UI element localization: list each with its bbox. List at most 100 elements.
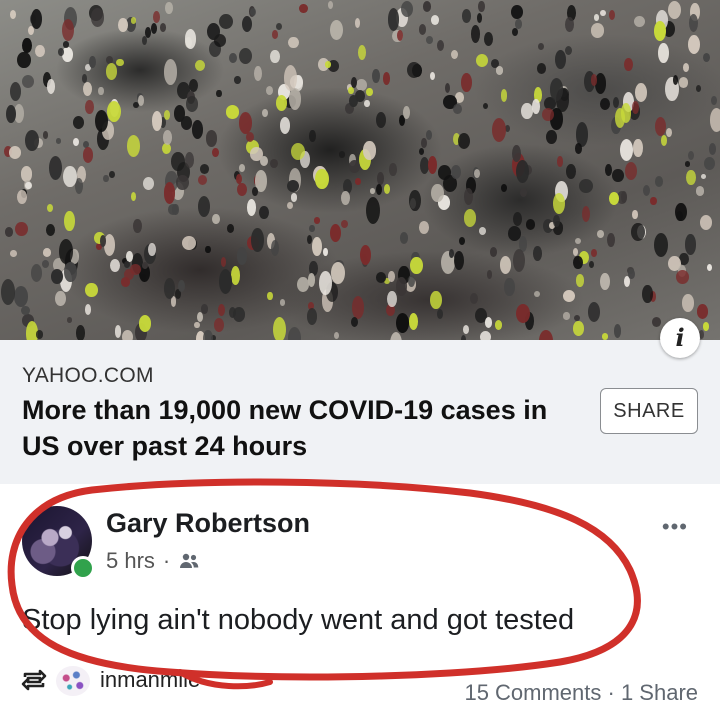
crowd-figure <box>633 15 645 28</box>
news-photo[interactable] <box>0 0 720 340</box>
crowd-figure <box>436 309 443 320</box>
crowd-figure <box>375 111 386 129</box>
crowd-figure <box>366 197 381 224</box>
crowd-figure <box>203 329 213 340</box>
repost-footer: inmanmile 15 Comments · 1 Share <box>0 660 720 720</box>
crowd-figure <box>425 35 433 44</box>
crowd-figure <box>239 48 252 65</box>
crowd-figure <box>216 89 222 98</box>
crowd-figure <box>575 237 582 244</box>
crowd-figure <box>478 226 487 236</box>
info-icon[interactable]: i <box>660 318 700 358</box>
comment-time[interactable]: 5 hrs <box>106 548 155 574</box>
crowd-figure <box>46 223 56 236</box>
repost-username[interactable]: inmanmile <box>100 667 200 693</box>
crowd-figure <box>22 37 32 54</box>
crowd-figure <box>375 183 382 196</box>
more-options-icon[interactable]: ••• <box>662 514 688 540</box>
crowd-figure <box>508 225 522 241</box>
crowd-figure <box>654 117 666 137</box>
crowd-figure <box>233 307 246 322</box>
crowd-figure <box>620 138 634 161</box>
link-title[interactable]: More than 19,000 new COVID-19 cases in U… <box>22 392 592 464</box>
crowd-figure <box>309 224 315 233</box>
crowd-figure <box>658 42 669 64</box>
crowd-figure <box>226 223 235 233</box>
crowd-figure <box>675 202 688 222</box>
crowd-figure <box>331 261 345 285</box>
crowd-figure <box>212 213 220 225</box>
crowd-figure <box>453 103 462 115</box>
crowd-figure <box>387 8 400 31</box>
crowd-figure <box>94 109 108 133</box>
crowd-figure <box>207 22 220 40</box>
crowd-figure <box>711 96 717 106</box>
crowd-figure <box>259 205 269 219</box>
crowd-figure <box>75 325 86 340</box>
crowd-figure <box>590 248 597 258</box>
engagement-stats[interactable]: 15 Comments · 1 Share <box>464 680 698 706</box>
crowd-figure <box>151 110 162 131</box>
repost-icon[interactable] <box>20 668 48 692</box>
crowd-figure <box>59 238 73 264</box>
crowd-figure <box>279 116 291 134</box>
crowd-figure <box>495 66 504 75</box>
crowd-figure <box>315 168 329 190</box>
crowd-figure <box>399 231 409 245</box>
crowd-figure <box>307 308 318 326</box>
crowd-figure <box>171 151 185 171</box>
crowd-figure <box>333 331 340 340</box>
crowd-figure <box>121 330 133 340</box>
crowd-figure <box>355 178 361 186</box>
crowd-figure <box>454 251 464 271</box>
commenter-name[interactable]: Gary Robertson <box>106 508 310 539</box>
crowd-figure <box>565 16 575 33</box>
crowd-figure <box>511 27 518 36</box>
crowd-figure <box>396 277 408 296</box>
crowd-figure <box>176 174 189 190</box>
crowd-figure <box>533 246 542 261</box>
crowd-figure <box>688 14 698 32</box>
crowd-figure <box>686 170 696 186</box>
crowd-figure <box>152 11 160 23</box>
crowd-figure <box>643 185 651 197</box>
crowd-figure <box>484 317 492 328</box>
crowd-figure <box>17 189 28 205</box>
crowd-figure <box>357 44 367 60</box>
crowd-figure <box>238 163 246 172</box>
crowd-figure <box>191 120 204 140</box>
crowd-figure <box>194 321 200 329</box>
comment: Gary Robertson 5 hrs · ••• Stop lying ai… <box>0 484 720 664</box>
crowd-figure <box>474 168 481 178</box>
crowd-figure <box>220 257 226 267</box>
crowd-figure <box>494 319 503 330</box>
crowd-figure <box>184 152 195 169</box>
crowd-figure <box>483 31 494 47</box>
share-button[interactable]: SHARE <box>600 388 698 434</box>
crowd-figure <box>661 135 668 146</box>
crowd-figure <box>654 232 669 258</box>
link-preview[interactable]: YAHOO.COM More than 19,000 new COVID-19 … <box>0 340 720 484</box>
crowd-figure <box>63 165 77 187</box>
crowd-figure <box>322 247 328 257</box>
crowd-figure <box>35 330 44 340</box>
crowd-figure <box>25 181 32 190</box>
crowd-figure <box>450 165 461 179</box>
crowd-figure <box>118 18 128 33</box>
crowd-figure <box>133 218 142 234</box>
crowd-figure <box>464 188 474 205</box>
crowd-figure <box>350 317 358 327</box>
crowd-figure <box>327 1 333 9</box>
crowd-figure <box>339 151 346 158</box>
crowd-figure <box>218 13 233 29</box>
crowd-figure <box>355 18 361 28</box>
crowd-figure <box>482 102 488 110</box>
crowd-figure <box>700 215 713 230</box>
repost-user-avatar[interactable] <box>56 666 90 696</box>
crowd-figure <box>197 196 210 217</box>
crowd-figure <box>8 146 21 160</box>
crowd-figure <box>213 317 225 333</box>
crowd-figure <box>234 76 241 84</box>
crowd-figure <box>520 188 527 198</box>
crowd-figure <box>445 83 451 94</box>
